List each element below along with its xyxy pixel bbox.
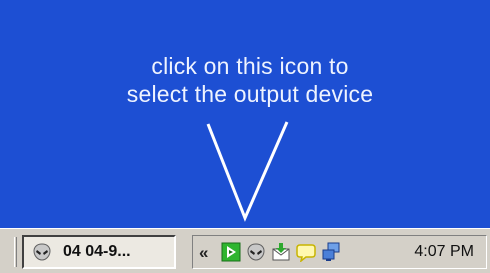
desktop: click on this icon to select the output … bbox=[0, 0, 490, 228]
mail-download-icon[interactable] bbox=[271, 242, 291, 262]
taskbar-grip[interactable] bbox=[14, 237, 17, 267]
alien-head-icon bbox=[32, 242, 52, 262]
taskbar-button-media-player[interactable]: 04 04-9... bbox=[22, 235, 176, 269]
output-device-play-icon[interactable] bbox=[221, 242, 241, 262]
speech-bubble-icon[interactable] bbox=[296, 242, 316, 262]
system-tray: « 4:07 PM bbox=[192, 235, 487, 269]
network-computers-icon[interactable] bbox=[321, 242, 341, 262]
taskbar-clock[interactable]: 4:07 PM bbox=[414, 243, 474, 261]
tray-expand-button[interactable]: « bbox=[199, 244, 221, 261]
taskbar-button-label: 04 04-9... bbox=[63, 243, 131, 260]
pointer-arrow bbox=[206, 121, 289, 222]
taskbar: 04 04-9... « 4:07 PM bbox=[0, 228, 490, 273]
alien-head-icon[interactable] bbox=[246, 242, 266, 262]
